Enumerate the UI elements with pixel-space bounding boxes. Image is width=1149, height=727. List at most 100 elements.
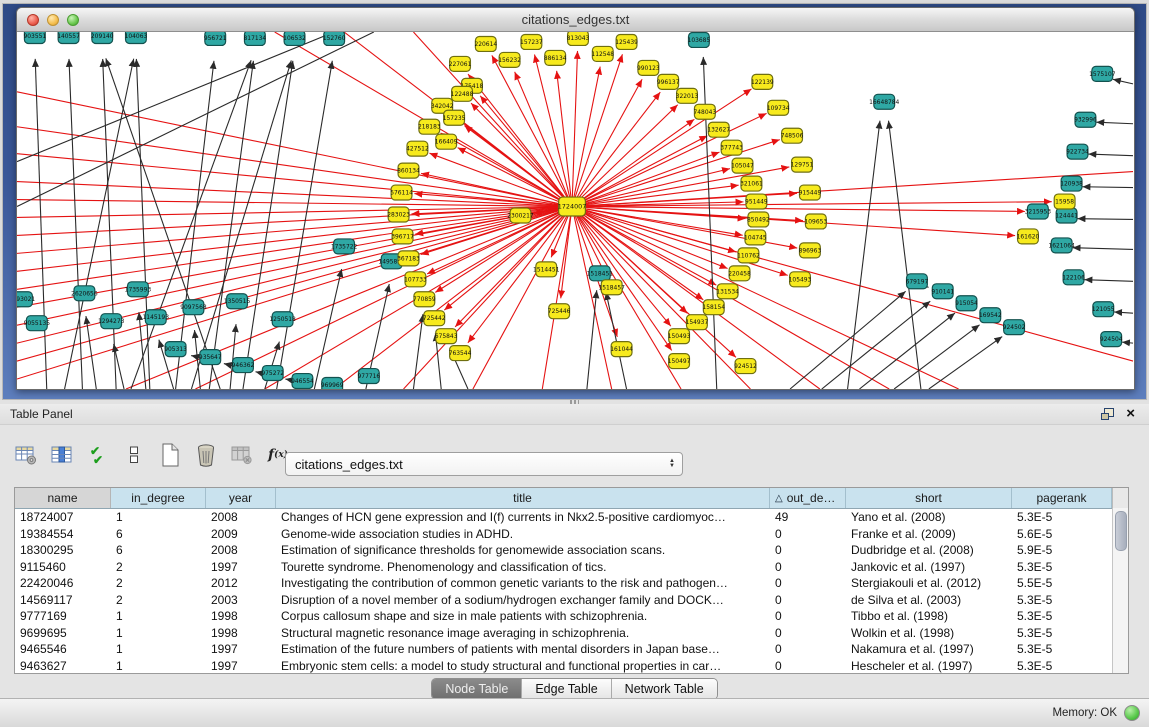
table-row[interactable]: 2242004622012Investigating the contribut… [15, 575, 1128, 592]
table-row[interactable]: 946554611997Estimation of the future num… [15, 641, 1128, 658]
table-cell[interactable]: Stergiakouli et al. (2012) [846, 576, 1012, 590]
column-header-title[interactable]: title [276, 488, 770, 508]
table-cell[interactable]: Structural magnetic resonance image aver… [276, 626, 770, 640]
table-cell[interactable]: 5.3E-5 [1012, 560, 1112, 574]
table-cell[interactable]: 0 [770, 609, 846, 623]
table-cell[interactable]: 1998 [206, 626, 276, 640]
column-header-name[interactable]: name [15, 488, 111, 508]
close-traffic-light-icon[interactable] [27, 14, 39, 26]
table-cell[interactable]: Estimation of the future numbers of pati… [276, 642, 770, 656]
scrollbar-thumb[interactable] [1115, 511, 1127, 551]
table-cell[interactable]: 1997 [206, 659, 276, 673]
table-cell[interactable]: Nakamura et al. (1997) [846, 642, 1012, 656]
new-table-icon[interactable] [156, 441, 184, 469]
table-cell[interactable]: 5.3E-5 [1012, 626, 1112, 640]
column-header-pagerank[interactable]: pagerank [1012, 488, 1112, 508]
table-cell[interactable]: Tibbo et al. (1998) [846, 609, 1012, 623]
table-cell[interactable]: Tourette syndrome. Phenomenology and cla… [276, 560, 770, 574]
table-cell[interactable]: 18724007 [15, 510, 111, 524]
table-cell[interactable]: 0 [770, 626, 846, 640]
table-cell[interactable]: 19384554 [15, 527, 111, 541]
table-cell[interactable]: 9115460 [15, 560, 111, 574]
table-row[interactable]: 1830029562008Estimation of significance … [15, 542, 1128, 559]
table-cell[interactable]: Corpus callosum shape and size in male p… [276, 609, 770, 623]
table-cell[interactable]: 0 [770, 576, 846, 590]
zoom-traffic-light-icon[interactable] [67, 14, 79, 26]
table-cell[interactable]: 6 [111, 543, 206, 557]
minimize-traffic-light-icon[interactable] [47, 14, 59, 26]
table-cell[interactable]: 2 [111, 576, 206, 590]
table-cell[interactable]: 5.3E-5 [1012, 510, 1112, 524]
table-cell[interactable]: 2008 [206, 543, 276, 557]
table-cell[interactable]: 0 [770, 543, 846, 557]
table-cell[interactable]: 2012 [206, 576, 276, 590]
table-cell[interactable]: 9465546 [15, 642, 111, 656]
table-cell[interactable]: Embryonic stem cells: a model to study s… [276, 659, 770, 673]
vertical-scrollbar[interactable] [1112, 508, 1128, 673]
table-cell[interactable]: Investigating the contribution of common… [276, 576, 770, 590]
table-cell[interactable]: 6 [111, 527, 206, 541]
table-cell[interactable]: 9463627 [15, 659, 111, 673]
column-header-indegree[interactable]: in_degree [111, 488, 206, 508]
table-cell[interactable]: 5.9E-5 [1012, 543, 1112, 557]
table-cell[interactable]: 1997 [206, 642, 276, 656]
column-header-year[interactable]: year [206, 488, 276, 508]
table-cell[interactable]: Jankovic et al. (1997) [846, 560, 1012, 574]
table-cell[interactable]: 1 [111, 642, 206, 656]
table-row[interactable]: 1456911722003Disruption of a novel membe… [15, 592, 1128, 609]
table-cell[interactable]: 1997 [206, 560, 276, 574]
table-cell[interactable]: 5.5E-5 [1012, 576, 1112, 590]
memory-status-icon[interactable] [1124, 705, 1140, 721]
row-height-icon[interactable] [120, 441, 148, 469]
tab-node-table[interactable]: Node Table [432, 679, 521, 699]
table-cell[interactable]: 0 [770, 642, 846, 656]
table-cell[interactable]: 5.3E-5 [1012, 642, 1112, 656]
table-cell[interactable]: 1998 [206, 609, 276, 623]
table-cell[interactable]: Yano et al. (2008) [846, 510, 1012, 524]
select-rows-icon[interactable]: ✔ ✔ [84, 441, 112, 469]
network-window-titlebar[interactable]: citations_edges.txt [17, 8, 1134, 32]
table-cell[interactable]: 5.3E-5 [1012, 593, 1112, 607]
table-cell[interactable]: Estimation of significance thresholds fo… [276, 543, 770, 557]
table-cell[interactable]: 14569117 [15, 593, 111, 607]
table-cell[interactable]: 49 [770, 510, 846, 524]
table-cell[interactable]: 22420046 [15, 576, 111, 590]
table-settings-icon[interactable] [12, 441, 40, 469]
table-cell[interactable]: 0 [770, 593, 846, 607]
close-icon[interactable]: × [1126, 408, 1135, 420]
table-cell[interactable]: Wolkin et al. (1998) [846, 626, 1012, 640]
tab-network-table[interactable]: Network Table [611, 679, 717, 699]
tab-edge-table[interactable]: Edge Table [521, 679, 610, 699]
table-cell[interactable]: Hescheler et al. (1997) [846, 659, 1012, 673]
table-cell[interactable]: 2 [111, 593, 206, 607]
table-cell[interactable]: Dudbridge et al. (2008) [846, 543, 1012, 557]
table-cell[interactable]: 9699695 [15, 626, 111, 640]
network-canvas[interactable]: 9035511405572091401040639567218171341065… [17, 32, 1134, 389]
table-cell[interactable]: 5.3E-5 [1012, 659, 1112, 673]
column-header-outde[interactable]: △out_de… [770, 488, 846, 508]
table-row[interactable]: 977716911998Corpus callosum shape and si… [15, 608, 1128, 625]
table-cell[interactable]: 2008 [206, 510, 276, 524]
table-cell[interactable]: de Silva et al. (2003) [846, 593, 1012, 607]
table-cell[interactable]: 1 [111, 609, 206, 623]
float-window-icon[interactable] [1101, 408, 1114, 420]
table-cell[interactable]: 5.3E-5 [1012, 609, 1112, 623]
table-cell[interactable]: 5.6E-5 [1012, 527, 1112, 541]
table-selector-dropdown[interactable]: citations_edges.txt ▲▼ [285, 452, 683, 476]
table-cell[interactable]: 1 [111, 510, 206, 524]
table-cell[interactable]: 9777169 [15, 609, 111, 623]
table-cell[interactable]: 0 [770, 659, 846, 673]
table-row[interactable]: 911546021997Tourette syndrome. Phenomeno… [15, 559, 1128, 576]
table-cell[interactable]: 1 [111, 626, 206, 640]
table-cell[interactable]: 2 [111, 560, 206, 574]
delete-column-icon[interactable] [192, 441, 220, 469]
table-row[interactable]: 946362711997Embryonic stem cells: a mode… [15, 658, 1128, 675]
table-cell[interactable]: 18300295 [15, 543, 111, 557]
table-row[interactable]: 1938455462009Genome-wide association stu… [15, 526, 1128, 543]
table-cell[interactable]: Genome-wide association studies in ADHD. [276, 527, 770, 541]
table-cell[interactable]: Disruption of a novel member of a sodium… [276, 593, 770, 607]
table-cell[interactable]: Changes of HCN gene expression and I(f) … [276, 510, 770, 524]
column-header-short[interactable]: short [846, 488, 1012, 508]
table-cell[interactable]: 2003 [206, 593, 276, 607]
table-cell[interactable]: Franke et al. (2009) [846, 527, 1012, 541]
